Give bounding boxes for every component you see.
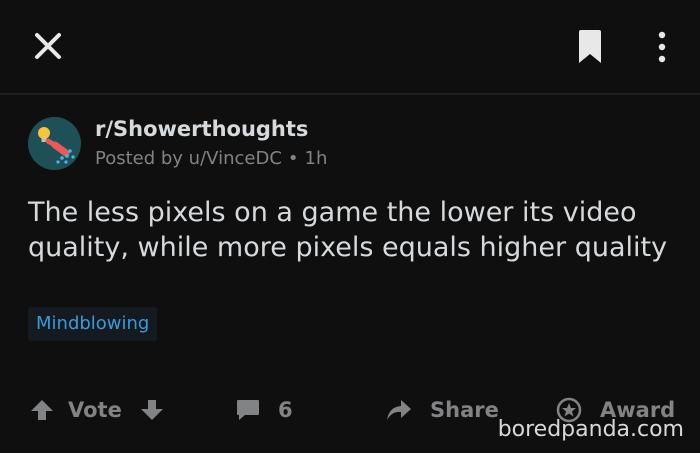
watermark: boredpanda.com <box>497 417 684 442</box>
posted-by[interactable]: Posted by u/VinceDC <box>95 148 282 169</box>
more-vertical-icon <box>658 31 666 63</box>
share-label: Share <box>430 398 499 422</box>
arrow-up-icon <box>31 400 53 420</box>
bookmark-button[interactable] <box>568 26 612 68</box>
upvote-button[interactable] <box>30 398 54 422</box>
bookmark-icon <box>579 30 601 63</box>
top-bar <box>0 0 700 95</box>
shower-lightbulb-icon <box>28 117 81 170</box>
more-options-button[interactable] <box>645 26 679 68</box>
comment-count: 6 <box>278 398 293 422</box>
vote-group: Vote <box>30 393 164 427</box>
share-icon <box>387 400 411 420</box>
close-icon <box>35 33 61 59</box>
meta-separator: • <box>287 148 299 169</box>
vote-label: Vote <box>68 398 122 422</box>
close-button[interactable] <box>28 26 68 66</box>
share-button[interactable]: Share <box>386 393 499 427</box>
arrow-down-icon <box>140 400 163 420</box>
post-title: The less pixels on a game the lower its … <box>28 197 668 263</box>
comments-button[interactable]: 6 <box>236 393 293 427</box>
post-card: r/Showerthoughts Posted by u/VinceDC • 1h … <box>0 95 700 453</box>
subreddit-avatar[interactable] <box>28 117 81 170</box>
comment-icon <box>237 400 259 420</box>
downvote-button[interactable] <box>140 398 164 422</box>
post-flair[interactable]: Mindblowing <box>28 307 158 341</box>
post-meta: Posted by u/VinceDC • 1h <box>95 148 327 169</box>
post-age: 1h <box>304 148 328 169</box>
subreddit-name[interactable]: r/Showerthoughts <box>95 117 308 141</box>
